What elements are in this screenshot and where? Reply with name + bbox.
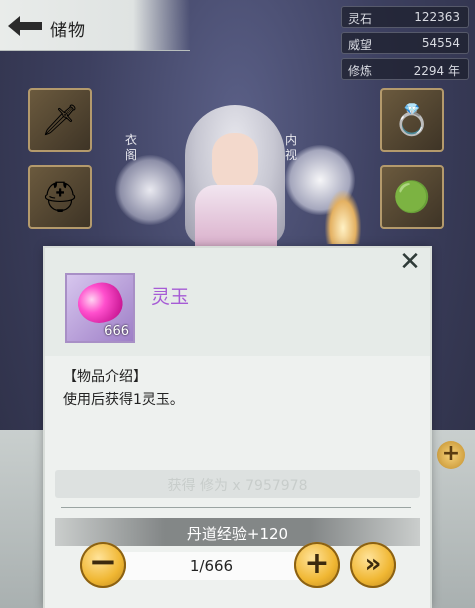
max-quantity-button[interactable]: » [350,542,396,588]
item-dialog: ✕ 666 灵玉 【物品介绍】 使用后获得1灵玉。 获得 修为 x 795797… [45,248,430,608]
quantity-value: 1/666 [189,557,234,575]
ring-icon: 💍 [393,102,431,138]
quantity-field[interactable]: 1/666 [104,552,319,580]
equip-slot-ring[interactable]: 💍 [380,88,444,152]
equip-slot-helmet[interactable]: ⛑ [28,165,92,229]
stat-value: 122363 [414,10,460,24]
wardrobe-label: 衣阁 [125,133,138,162]
stat-value: 54554 [421,36,460,50]
intro-heading: 【物品介绍】 [63,369,147,385]
intro-body: 使用后获得1灵玉。 [63,392,184,408]
helmet-icon: ⛑ [40,179,80,215]
character-stage: 衣阁 内视 [100,55,375,255]
item-icon-frame: 666 [65,273,135,343]
jade-pendant-icon: 🟢 [393,179,431,215]
character-face [212,133,258,193]
item-count: 666 [104,324,129,339]
sword-icon: 🗡 [40,102,80,138]
stat-label: 灵石 [348,12,373,26]
inner-vision-label: 内视 [285,133,298,162]
decrease-button[interactable]: − [80,542,126,588]
stat-lingshi: 灵石 122363 [341,6,469,28]
total-gain-text: 获得 修为 x 7957978 [167,478,308,494]
back-arrow-icon[interactable] [6,12,44,40]
stat-label: 威望 [348,38,373,52]
flame-icon [325,190,361,244]
equip-slot-pendant[interactable]: 🟢 [380,165,444,229]
divider [61,507,411,508]
quantity-stepper: 1/666 − + » [80,542,400,590]
top-header: 储物 [0,0,190,51]
close-button[interactable]: ✕ [396,248,424,276]
wardrobe-spirit-icon[interactable] [115,155,185,225]
exp-text: 丹道经验+120 [186,525,289,543]
jade-gem-icon [72,276,128,330]
stat-weiwang: 威望 54554 [341,32,469,54]
page-title: 储物 [50,21,86,41]
add-icon[interactable]: + [437,441,465,469]
equip-slot-weapon[interactable]: 🗡 [28,88,92,152]
character-dress [195,185,277,255]
increase-button[interactable]: + [294,542,340,588]
stat-value: 2294 年 [413,64,460,78]
total-gain-bar: 获得 修为 x 7957978 [55,470,420,498]
item-name: 灵玉 [151,286,190,308]
